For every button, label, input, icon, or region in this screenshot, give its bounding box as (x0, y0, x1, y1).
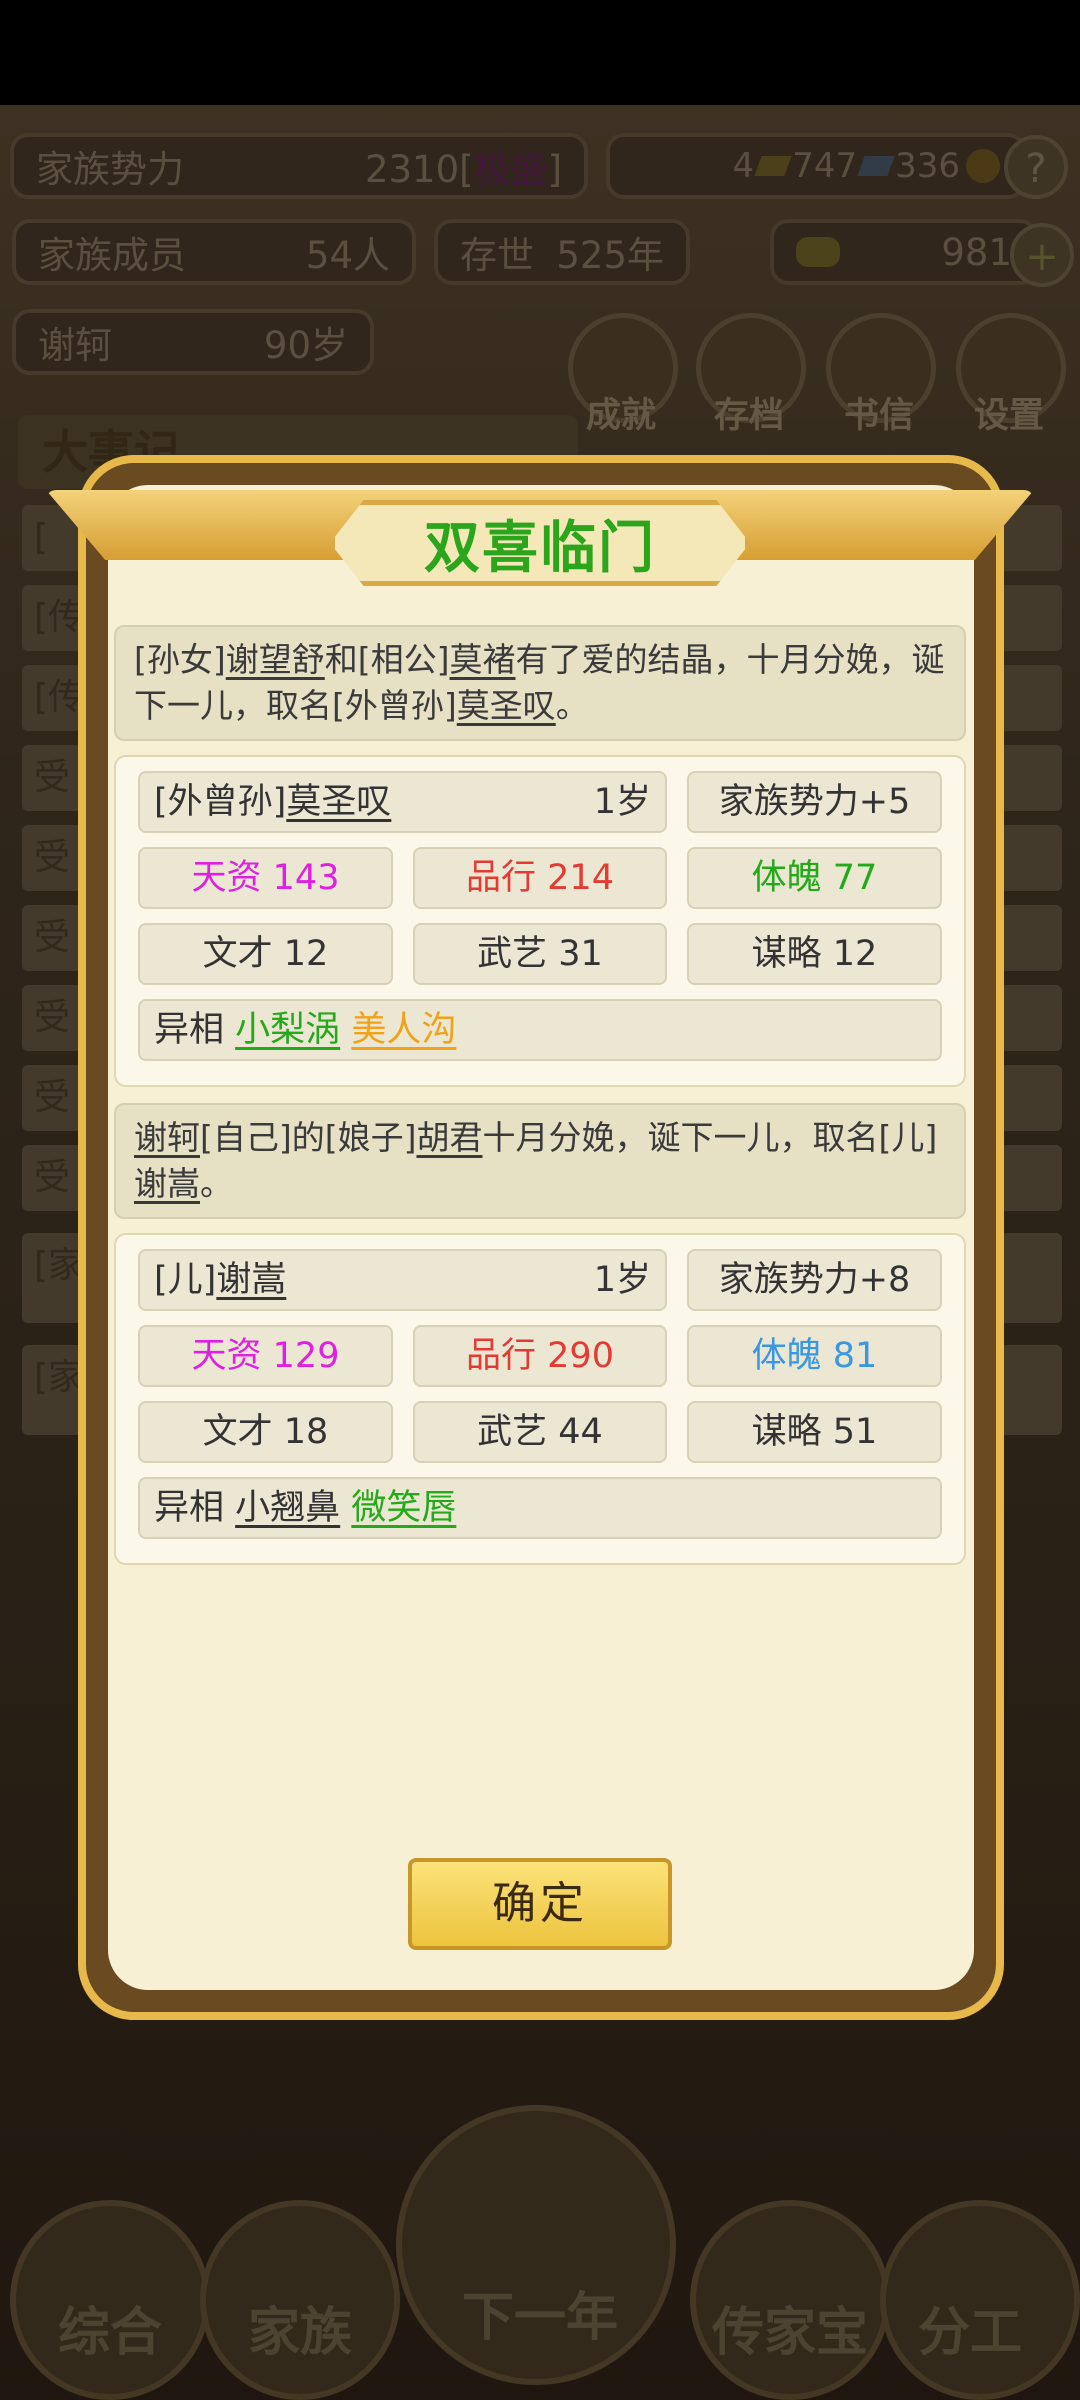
child-card: [外曾孙] 莫圣叹 1岁 家族势力+5 天资 143 品行 214 体魄 77 文… (114, 755, 966, 1087)
child-name-link[interactable]: 谢嵩 (216, 1251, 286, 1309)
birth-message: [孙女]谢望舒和[相公]莫褚有了爱的结晶，十月分娩，诞下一儿，取名[外曾孙]莫圣… (114, 625, 966, 741)
trait-link[interactable]: 小翘鼻 (235, 1488, 340, 1528)
msg-text: [自己]的[娘子] (200, 1118, 417, 1157)
birth-message: 谢轲[自己]的[娘子]胡君十月分娩，诞下一儿，取名[儿] 谢嵩。 (114, 1103, 966, 1219)
traits-label: 异相 (154, 1488, 225, 1528)
stat-strategy: 谋略 12 (687, 923, 942, 985)
msg-text: 和[相公] (324, 640, 450, 679)
person-link[interactable]: 谢望舒 (226, 640, 325, 679)
stat-martial: 武艺 44 (413, 1401, 667, 1463)
person-link[interactable]: 谢轲 (134, 1118, 200, 1157)
child-age: 1岁 (593, 782, 651, 822)
child-age: 1岁 (593, 1260, 651, 1300)
stat-literary: 文才 12 (138, 923, 393, 985)
family-power-bonus: 家族势力+8 (687, 1249, 942, 1311)
child-relation: [儿] (154, 1260, 217, 1300)
stat-literary: 文才 18 (138, 1401, 393, 1463)
child-name-link[interactable]: 莫圣叹 (286, 773, 391, 831)
stat-talent: 天资 129 (138, 1325, 393, 1387)
msg-text: 。 (200, 1164, 233, 1203)
trait-link[interactable]: 微笑唇 (351, 1488, 456, 1528)
family-power-bonus: 家族势力+5 (687, 771, 942, 833)
stat-physique: 体魄 77 (687, 847, 942, 909)
stat-conduct: 品行 290 (413, 1325, 667, 1387)
traits-cell: 异相 小梨涡 美人沟 (138, 999, 942, 1061)
child-name-cell: [儿] 谢嵩 1岁 (138, 1249, 667, 1311)
msg-text: [孙女] (134, 640, 226, 679)
trait-link[interactable]: 小梨涡 (235, 1010, 340, 1050)
stat-conduct: 品行 214 (413, 847, 667, 909)
trait-link[interactable]: 美人沟 (351, 1010, 456, 1050)
child-name-cell: [外曾孙] 莫圣叹 1岁 (138, 771, 667, 833)
dialog-title: 双喜临门 (424, 515, 656, 581)
traits-cell: 异相 小翘鼻 微笑唇 (138, 1477, 942, 1539)
confirm-button[interactable]: 确定 (408, 1858, 672, 1950)
stat-martial: 武艺 31 (413, 923, 667, 985)
person-link[interactable]: 莫褚 (450, 640, 516, 679)
child-card: [儿] 谢嵩 1岁 家族势力+8 天资 129 品行 290 体魄 81 文才 1… (114, 1233, 966, 1565)
msg-text: 。 (555, 686, 589, 725)
person-link[interactable]: 胡君 (417, 1118, 483, 1157)
dialog-title-plaque: 双喜临门 (330, 500, 750, 586)
msg-text: 十月分娩，诞下一儿，取名[儿] (482, 1118, 938, 1157)
stat-strategy: 谋略 51 (687, 1401, 942, 1463)
child-relation: [外曾孙] (154, 782, 287, 822)
stat-physique: 体魄 81 (687, 1325, 942, 1387)
traits-label: 异相 (154, 1010, 225, 1050)
person-link[interactable]: 莫圣叹 (457, 686, 556, 725)
stat-talent: 天资 143 (138, 847, 393, 909)
dialog-content: [孙女]谢望舒和[相公]莫褚有了爱的结晶，十月分娩，诞下一儿，取名[外曾孙]莫圣… (114, 625, 966, 1565)
person-link[interactable]: 谢嵩 (134, 1164, 200, 1203)
